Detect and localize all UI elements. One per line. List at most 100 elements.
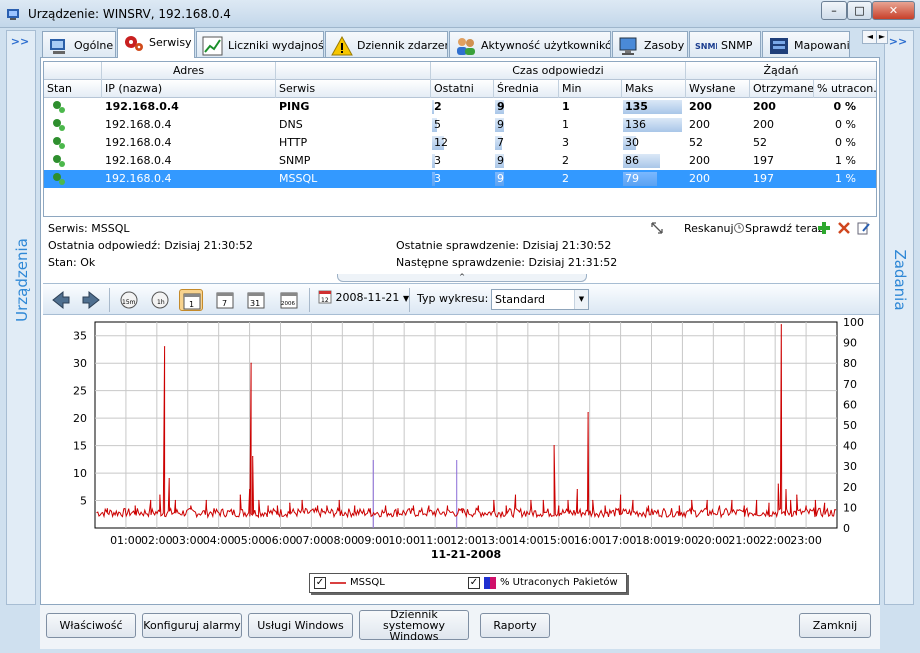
cell-min: 3 [562,136,569,149]
table-group-header: Adres Czas odpowiedzi Żądań [44,62,876,80]
col-max[interactable]: Maks [622,80,686,98]
x-tick-label: 12:00 [450,534,482,547]
back-button[interactable] [49,289,73,311]
close-window-button[interactable]: ✕ [872,1,915,20]
status-cell [44,134,102,152]
cell-service: PING [279,100,310,113]
users-icon [457,38,475,55]
cell-recv: 197 [753,154,774,167]
expand-tasks-button[interactable]: >> [885,35,911,53]
minimize-button[interactable]: – [821,1,847,20]
col-ip[interactable]: IP (nazwa) [102,80,276,98]
chart-type-select[interactable]: Standard ▼ [491,289,589,310]
mssql-data-point [542,499,544,502]
col-received[interactable]: Otrzymane [750,80,814,98]
tab-resources[interactable]: Zasoby [612,31,688,58]
y-left-tick-label: 10 [73,467,87,480]
y-right-tick-label: 100 [843,316,864,329]
x-tick-label: 04:00 [203,534,235,547]
expand-devices-button[interactable]: >> [7,35,33,53]
chart-toolbar: 15m 1h 1 7 31 2006 12 2008-11-21 ▼ Typ w… [43,283,879,315]
loss-series-checkbox[interactable]: ✓ [468,577,480,589]
edit-icon[interactable] [857,221,871,235]
mssql-data-point [691,499,693,502]
tab-event-log[interactable]: Dziennik zdarzeń [325,31,448,58]
tab-snmp[interactable]: SNMP SNMP [689,31,761,58]
close-button[interactable]: Zamknij [799,613,871,638]
mssql-data-point [354,505,356,507]
col-last[interactable]: Ostatni [431,80,494,98]
tab-scroll-right-button[interactable]: ► [876,30,888,44]
check-now-icon [734,223,744,233]
col-lost[interactable]: % utracon... [814,80,876,98]
maximize-button[interactable]: □ [847,1,872,20]
range-15m-button[interactable]: 15m [117,289,141,311]
tab-mapping[interactable]: Mapowani [762,31,850,58]
mssql-data-point [706,499,708,502]
mssql-data-point [576,488,578,491]
status-cell [44,98,102,116]
cell-recv: 52 [753,136,767,149]
reports-button[interactable]: Raporty [480,613,550,638]
forward-button[interactable] [79,289,103,311]
x-tick-label: 22:00 [759,534,791,547]
tab-label: Dziennik zdarzeń [357,39,448,52]
mssql-data-point [397,508,399,510]
check-now-link[interactable]: Sprawdź teraz [745,222,824,235]
mssql-data-point [785,488,787,491]
mssql-data-point [412,505,415,507]
range-week-button[interactable]: 7 [213,289,237,311]
services-panel: Adres Czas odpowiedzi Żądań Stan IP (naz… [40,57,880,605]
properties-button[interactable]: Właściwość [46,613,136,638]
detail-last-check: Ostatnie sprawdzenie: Dzisiaj 21:30:52 [396,239,612,252]
mssql-data-point [106,508,108,510]
col-status[interactable]: Stan [44,80,102,98]
cell-text: 9 [497,172,504,185]
mssql-data-point [814,499,816,502]
configure-alarms-button[interactable]: Konfiguruj alarmy [142,613,242,638]
mssql-legend-swatch [330,582,346,584]
table-row[interactable]: 192.168.0.4 SNMP 3 9 2 86 200 197 1 % [44,152,876,170]
delete-icon[interactable] [837,221,851,235]
table-row[interactable]: 192.168.0.4 HTTP 12 7 3 30 52 52 0 % [44,134,876,152]
windows-services-button[interactable]: Usługi Windows [248,613,353,638]
range-day-button[interactable]: 1 [179,289,203,311]
rescan-link[interactable]: Reskanuj [684,222,734,235]
status-cell [44,152,102,170]
mssql-data-point [824,502,826,504]
range-1h-button[interactable]: 1h [148,289,172,311]
devices-side-panel[interactable]: >> Urządzenia [6,30,36,605]
x-tick-label: 17:00 [605,534,637,547]
table-row[interactable]: 192.168.0.4 MSSQL 3 9 2 79 200 197 1 % [44,170,876,188]
table-row[interactable]: 192.168.0.4 PING 2 9 1 135 200 200 0 % [44,98,876,116]
cell-text: 9 [497,118,504,131]
status-ok-icon [53,101,65,113]
y-left-tick-label: 25 [73,385,87,398]
tab-general[interactable]: Ogólne [42,31,116,58]
cell-lost: 0 % [835,118,856,131]
col-service[interactable]: Serwis [276,80,431,98]
add-icon[interactable] [817,221,831,235]
windows-eventlog-button[interactable]: Dziennik systemowy Windows [359,609,469,642]
tab-user-activity[interactable]: Aktywność użytkowników [449,31,611,58]
tab-label: Ogólne [74,39,114,52]
tab-services[interactable]: Serwisy [117,28,195,58]
cell-max: 135 [622,98,686,116]
tab-performance-counters[interactable]: Liczniki wydajności [196,31,324,58]
range-month-button[interactable]: 31 [244,289,268,311]
mssql-data-point [587,412,589,414]
group-address: Adres [102,62,276,80]
x-tick-label: 11:00 [419,534,451,547]
date-value: 2008-11-21 [335,291,400,304]
tasks-side-panel[interactable]: >> Zadania [884,30,914,605]
panel-splitter[interactable]: ^ [337,274,587,282]
cell-max: 86 [622,152,686,170]
expand-icon[interactable] [650,221,664,235]
date-picker[interactable]: 12 2008-11-21 ▼ [318,290,409,304]
col-min[interactable]: Min [559,80,622,98]
col-sent[interactable]: Wysłane [686,80,750,98]
range-year-button[interactable]: 2006 [277,289,301,311]
table-row[interactable]: 192.168.0.4 DNS 5 9 1 136 200 200 0 % [44,116,876,134]
col-average[interactable]: Średnia [494,80,559,98]
mssql-series-checkbox[interactable]: ✓ [314,577,326,589]
